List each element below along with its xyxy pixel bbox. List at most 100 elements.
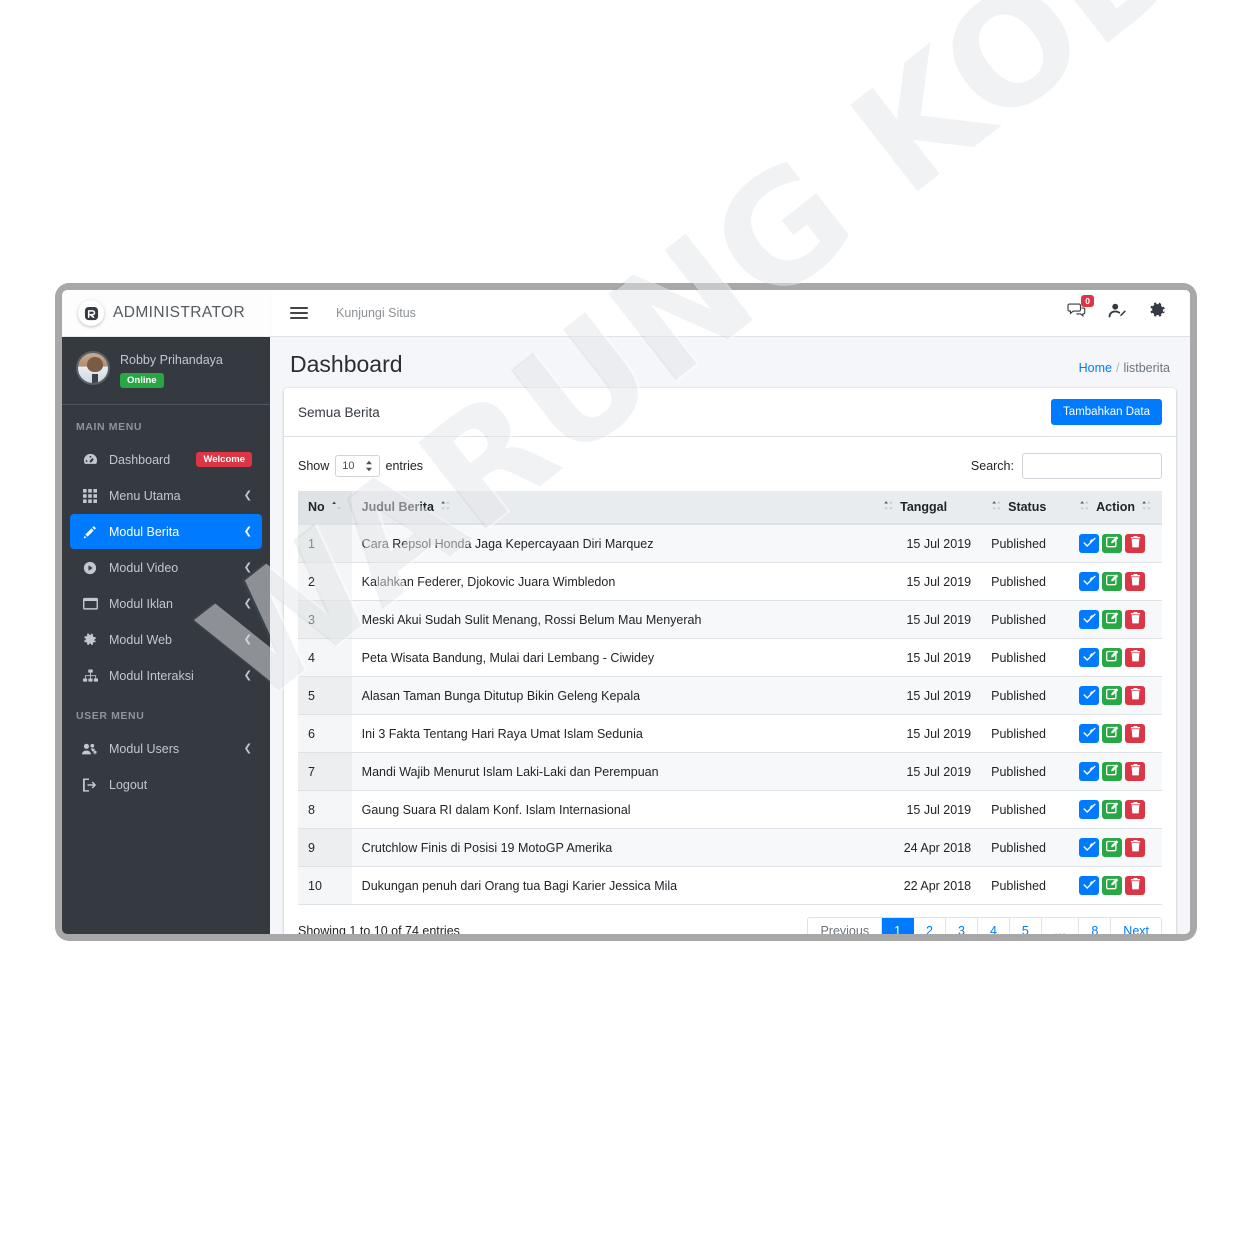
delete-button[interactable]	[1125, 572, 1146, 591]
table-row: 7 Mandi Wajib Menurut Islam Laki-Laki dan…	[298, 752, 1162, 791]
page-link-2[interactable]: 2	[914, 918, 946, 934]
add-data-button[interactable]: Tambahkan Data	[1051, 399, 1162, 425]
approve-button[interactable]	[1079, 648, 1100, 667]
sidebar-item-label: Modul Web	[109, 632, 172, 647]
column-header-no[interactable]: No	[298, 491, 352, 525]
sidebar-item-menu-utama[interactable]: Menu Utama ❮	[70, 478, 262, 513]
column-header-status[interactable]: Status	[981, 491, 1070, 525]
sidebar-item-dashboard[interactable]: Dashboard Welcome	[70, 442, 262, 477]
edit-button[interactable]	[1102, 686, 1123, 705]
sidebar-item-label: Modul Interaksi	[109, 668, 194, 683]
edit-button[interactable]	[1102, 838, 1123, 857]
approve-button[interactable]	[1079, 686, 1100, 705]
sidebar-item-modul-video[interactable]: Modul Video ❮	[70, 550, 262, 585]
check-double-icon	[1082, 726, 1096, 741]
add-user-button[interactable]	[1108, 302, 1127, 324]
page-link-1[interactable]: 1	[882, 918, 915, 934]
page-link-8[interactable]: 8	[1079, 918, 1112, 934]
delete-button[interactable]	[1125, 762, 1146, 781]
news-card: Semua Berita Tambahkan Data Show 10 entr…	[284, 388, 1176, 934]
trash-icon	[1130, 878, 1141, 893]
edit-square-icon	[1105, 878, 1119, 893]
sort-icon	[991, 500, 1002, 514]
delete-button[interactable]	[1125, 534, 1146, 553]
sidebar-item-label: Modul Berita	[109, 524, 180, 539]
table-row: 1 Cara Repsol Honda Jaga Kepercayaan Diri…	[298, 524, 1162, 563]
cell-no: 8	[298, 790, 352, 829]
breadcrumb-home[interactable]: Home	[1079, 361, 1112, 375]
cell-status: Published	[981, 524, 1070, 563]
approve-button[interactable]	[1079, 762, 1100, 781]
cell-status: Published	[981, 600, 1070, 639]
check-double-icon	[1082, 574, 1096, 589]
browser-window-frame: ADMINISTRATOR Robby Prihandaya Online MA…	[55, 283, 1197, 941]
delete-button[interactable]	[1125, 876, 1146, 895]
sidebar-item-logout[interactable]: Logout	[70, 767, 262, 802]
page-link-4[interactable]: 4	[977, 918, 1010, 934]
cell-judul: Kalahkan Federer, Djokovic Juara Wimbled…	[351, 562, 874, 601]
sidebar-item-modul-web[interactable]: Modul Web ❮	[70, 622, 262, 657]
user-menu-header: USER MENU	[76, 710, 145, 722]
delete-button[interactable]	[1125, 610, 1146, 629]
trash-icon	[1130, 574, 1141, 589]
edit-button[interactable]	[1102, 534, 1123, 553]
chevron-left-icon: ❮	[243, 562, 252, 573]
cell-action	[1069, 562, 1162, 601]
visit-site-link[interactable]: Kunjungi Situs	[336, 306, 416, 320]
search-input[interactable]	[1022, 453, 1162, 479]
entries-select[interactable]: 10	[335, 455, 380, 477]
edit-button[interactable]	[1102, 876, 1123, 895]
main-nav: Dashboard Welcome Menu Utama ❮ Modul Berita ❮…	[62, 442, 270, 693]
edit-button[interactable]	[1102, 572, 1123, 591]
edit-button[interactable]	[1102, 800, 1123, 819]
delete-button[interactable]	[1125, 648, 1146, 667]
delete-button[interactable]	[1125, 724, 1146, 743]
edit-button[interactable]	[1102, 648, 1123, 667]
cell-judul: Peta Wisata Bandung, Mulai dari Lembang …	[351, 638, 874, 677]
sidebar-item-modul-iklan[interactable]: Modul Iklan ❮	[70, 586, 262, 621]
edit-button[interactable]	[1102, 610, 1123, 629]
user-panel[interactable]: Robby Prihandaya Online	[62, 337, 270, 405]
sidebar-item-badge: Welcome	[196, 452, 252, 467]
search-filter: Search:	[971, 453, 1162, 479]
edit-button[interactable]	[1102, 762, 1123, 781]
sidebar-item-modul-users[interactable]: Modul Users ❮	[70, 731, 262, 766]
sidebar-item-modul-interaksi[interactable]: Modul Interaksi ❮	[70, 658, 262, 693]
approve-button[interactable]	[1079, 572, 1100, 591]
approve-button[interactable]	[1079, 610, 1100, 629]
brand-header[interactable]: ADMINISTRATOR	[62, 290, 270, 337]
sidebar-item-label: Menu Utama	[109, 488, 181, 503]
cell-no: 4	[298, 638, 352, 677]
table-row: 8 Gaung Suara RI dalam Konf. Islam Intern…	[298, 790, 1162, 829]
column-header-tanggal[interactable]: Tanggal	[873, 491, 982, 525]
page-link-3[interactable]: 3	[945, 918, 978, 934]
cell-tanggal: 15 Jul 2019	[873, 676, 982, 715]
approve-button[interactable]	[1079, 800, 1100, 819]
page-header: Dashboard Home / listberita	[270, 337, 1190, 388]
approve-button[interactable]	[1079, 724, 1100, 743]
edit-button[interactable]	[1102, 724, 1123, 743]
sidebar-item-modul-berita[interactable]: Modul Berita ❮	[70, 514, 262, 549]
delete-button[interactable]	[1125, 838, 1146, 857]
page-link-5[interactable]: 5	[1009, 918, 1042, 934]
column-header-judul-berita[interactable]: Judul Berita	[351, 491, 874, 525]
delete-button[interactable]	[1125, 800, 1146, 819]
check-double-icon	[1082, 840, 1096, 855]
delete-button[interactable]	[1125, 686, 1146, 705]
column-header-action[interactable]: Action	[1069, 491, 1162, 525]
page-link-next[interactable]: Next	[1111, 918, 1161, 934]
column-header-label: Action	[1096, 500, 1135, 514]
card-header: Semua Berita Tambahkan Data	[284, 388, 1176, 437]
hamburger-icon[interactable]	[290, 304, 308, 322]
card-title: Semua Berita	[298, 404, 380, 420]
messages-button[interactable]: 0	[1067, 295, 1094, 324]
check-double-icon	[1082, 802, 1096, 817]
messages-count-badge: 0	[1081, 295, 1094, 308]
approve-button[interactable]	[1079, 876, 1100, 895]
cell-status: Published	[981, 638, 1070, 677]
settings-button[interactable]	[1149, 302, 1166, 324]
approve-button[interactable]	[1079, 534, 1100, 553]
approve-button[interactable]	[1079, 838, 1100, 857]
cell-status: Published	[981, 790, 1070, 829]
sidebar-item-label: Dashboard	[109, 452, 171, 467]
